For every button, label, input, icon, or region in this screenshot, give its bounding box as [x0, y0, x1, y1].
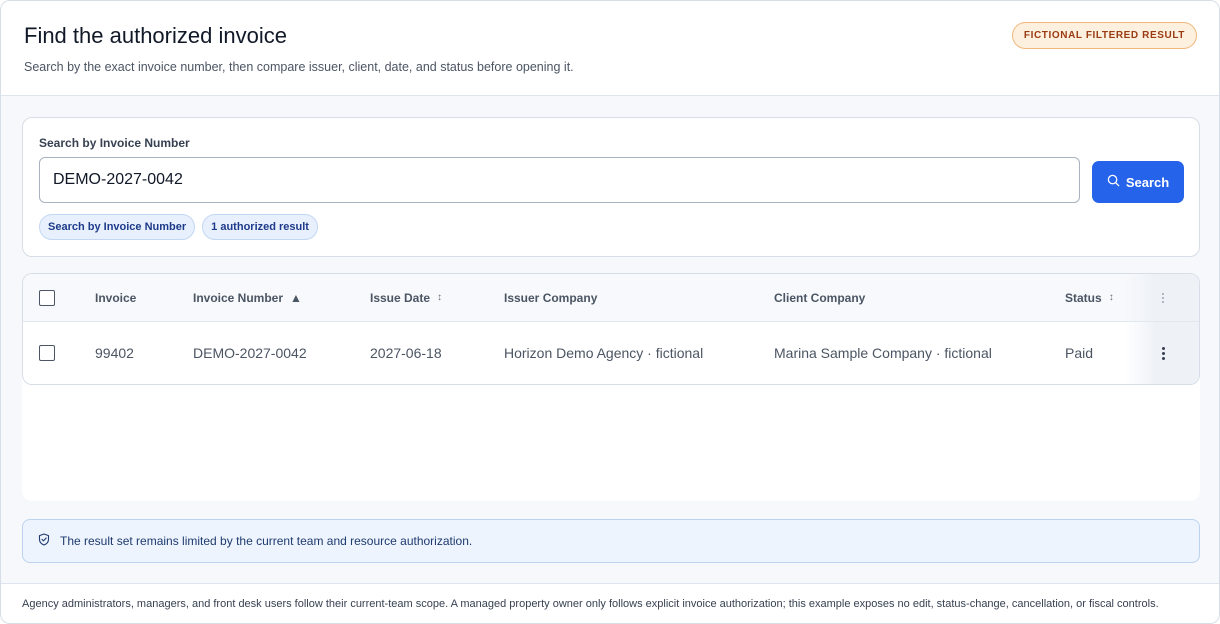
- notice-text: The result set remains limited by the cu…: [60, 534, 473, 548]
- column-header-invoice-number[interactable]: Invoice Number ▲: [193, 274, 302, 321]
- search-button-label: Search: [1125, 174, 1170, 190]
- column-label-invoice-number: Invoice Number: [193, 290, 284, 305]
- cell-invoice-number: DEMO-2027-0042: [193, 345, 307, 361]
- fictional-result-badge: FICTIONAL FILTERED RESULT: [1011, 22, 1197, 49]
- search-card: Search by Invoice Number Search Search b…: [22, 117, 1200, 257]
- results-area: Invoice Invoice Number ▲ Issue Date ↕ Is…: [22, 273, 1200, 501]
- cell-invoice: 99402: [95, 345, 134, 361]
- more-vertical-icon: [1161, 346, 1165, 360]
- search-icon: [1107, 174, 1120, 190]
- footer-note: Agency administrators, managers, and fro…: [1, 583, 1219, 623]
- search-label: Search by Invoice Number: [39, 136, 190, 150]
- sort-icon: ↕: [437, 292, 443, 303]
- invoice-number-input[interactable]: [39, 157, 1080, 203]
- row-select-cell: [39, 322, 55, 384]
- select-all-checkbox[interactable]: [39, 289, 55, 306]
- row-checkbox[interactable]: [39, 345, 55, 361]
- column-header-client-company[interactable]: Client Company: [774, 274, 865, 321]
- table-header-row: Invoice Invoice Number ▲ Issue Date ↕ Is…: [23, 274, 1199, 322]
- chip-search-mode: Search by Invoice Number: [39, 214, 196, 240]
- select-all-cell: [39, 274, 55, 321]
- column-menu-button[interactable]: [1125, 274, 1199, 321]
- column-header-issue-date[interactable]: Issue Date ↕: [370, 274, 442, 321]
- authorization-notice: The result set remains limited by the cu…: [22, 519, 1200, 563]
- column-header-invoice[interactable]: Invoice: [95, 274, 136, 321]
- chip-result-count: 1 authorized result: [202, 214, 318, 240]
- column-header-issuer-company[interactable]: Issuer Company: [504, 274, 597, 321]
- row-actions-button[interactable]: [1125, 322, 1199, 384]
- page-header: Find the authorized invoice Search by th…: [1, 1, 1219, 96]
- sort-ascending-icon: ▲: [290, 290, 302, 305]
- table-row[interactable]: 99402 DEMO-2027-0042 2027-06-18 Horizon …: [23, 322, 1199, 384]
- shield-icon: [38, 533, 50, 549]
- column-label-status: Status: [1065, 290, 1102, 305]
- sort-icon: ↕: [1108, 292, 1114, 303]
- cell-issue-date: 2027-06-18: [370, 345, 442, 361]
- search-button[interactable]: Search: [1092, 161, 1184, 203]
- filter-chips: Search by Invoice Number 1 authorized re…: [39, 214, 318, 240]
- column-label-client-company: Client Company: [774, 290, 866, 305]
- column-label-issuer-company: Issuer Company: [504, 290, 598, 305]
- app-frame: Find the authorized invoice Search by th…: [0, 0, 1220, 624]
- more-vertical-icon: [1162, 292, 1164, 303]
- results-table: Invoice Invoice Number ▲ Issue Date ↕ Is…: [22, 273, 1200, 385]
- footer-text: Agency administrators, managers, and fro…: [22, 598, 1159, 610]
- cell-issuer-company: Horizon Demo Agency · fictional: [504, 345, 704, 361]
- column-label-invoice: Invoice: [95, 290, 137, 305]
- column-header-status[interactable]: Status ↕: [1065, 274, 1114, 321]
- cell-status: Paid: [1065, 345, 1094, 361]
- page-title: Find the authorized invoice: [24, 23, 287, 48]
- column-label-issue-date: Issue Date: [370, 290, 431, 305]
- cell-client-company: Marina Sample Company · fictional: [774, 345, 992, 361]
- page-subtitle: Search by the exact invoice number, then…: [24, 60, 574, 74]
